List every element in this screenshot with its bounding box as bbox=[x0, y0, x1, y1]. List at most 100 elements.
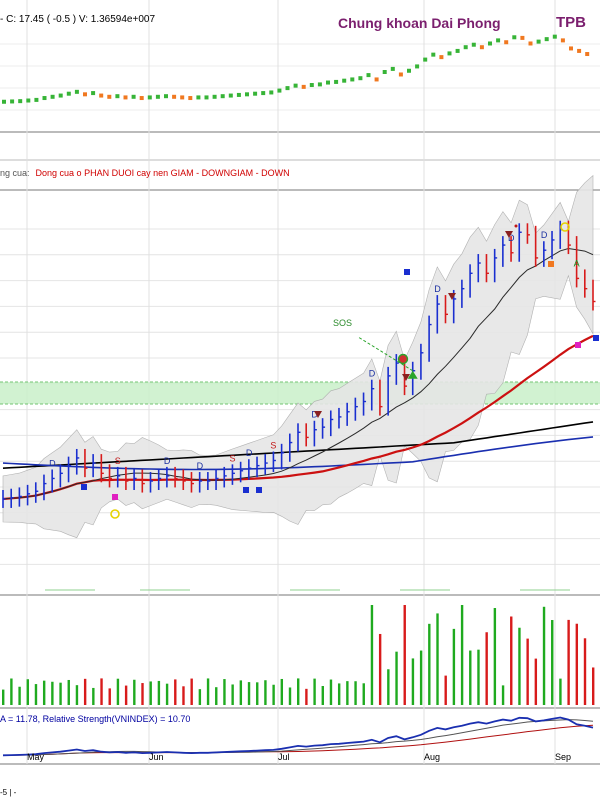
volume-bar bbox=[575, 623, 579, 705]
overview-candle bbox=[220, 94, 225, 99]
volume-bar bbox=[567, 619, 570, 705]
overview-candle bbox=[293, 83, 298, 88]
month-label-may: May bbox=[27, 752, 45, 762]
signal-square bbox=[81, 484, 87, 490]
overview-candle bbox=[317, 82, 322, 87]
volume-bar bbox=[92, 687, 95, 705]
volume-bar bbox=[223, 679, 226, 705]
signal-square bbox=[243, 487, 249, 493]
overview-candle bbox=[180, 95, 185, 100]
overview-candle bbox=[253, 91, 258, 96]
volume-bar bbox=[157, 680, 161, 705]
overview-candle bbox=[463, 45, 468, 50]
volume-bar bbox=[313, 678, 316, 705]
volume-bar bbox=[551, 620, 554, 705]
overview-candle bbox=[407, 68, 411, 73]
overview-candle bbox=[245, 92, 249, 97]
volume-bar bbox=[337, 683, 341, 705]
overview-candle bbox=[552, 34, 557, 39]
volume-bar bbox=[198, 689, 202, 705]
overview-candle bbox=[74, 89, 79, 94]
overview-candle bbox=[560, 38, 565, 43]
overview-candle bbox=[228, 93, 233, 98]
volume-bar bbox=[83, 678, 87, 705]
volume-bar bbox=[452, 628, 456, 705]
volume-bar bbox=[387, 669, 390, 705]
volume-bar bbox=[419, 650, 423, 705]
signal-square bbox=[548, 261, 554, 267]
overview-candle bbox=[236, 92, 241, 97]
event-label: D bbox=[369, 369, 376, 379]
volume-bar bbox=[559, 678, 562, 705]
overview-candle bbox=[2, 99, 6, 104]
overview-candle bbox=[520, 35, 525, 40]
signal-label: ng cua: bbox=[0, 168, 30, 178]
signal-circle bbox=[110, 509, 120, 519]
volume-bar bbox=[75, 685, 79, 705]
overview-candle bbox=[366, 73, 371, 78]
signal-square bbox=[256, 487, 262, 493]
overview-candle bbox=[188, 96, 193, 101]
overview-candle bbox=[115, 94, 120, 99]
overview-candle bbox=[496, 38, 501, 43]
overview-candle bbox=[577, 48, 582, 53]
month-label-aug: Aug bbox=[424, 752, 441, 762]
signal-text: Dong cua o PHAN DUOI cay nen GIAM - DOWN… bbox=[35, 168, 290, 178]
overview-candle bbox=[155, 94, 160, 99]
volume-bar bbox=[100, 678, 103, 705]
volume-bar bbox=[59, 682, 62, 705]
overview-candle bbox=[58, 93, 63, 98]
volume-bar bbox=[190, 678, 193, 705]
volume-bar bbox=[583, 638, 587, 705]
volume-bar bbox=[18, 686, 21, 705]
volume-bar bbox=[460, 605, 464, 705]
overview-candle bbox=[488, 41, 492, 46]
volume-bar bbox=[116, 678, 120, 705]
ticker-symbol: TPB bbox=[556, 14, 586, 31]
overview-candle bbox=[26, 98, 31, 103]
signal-bar: ng cua: Dong cua o PHAN DUOI cay nen GIAM… bbox=[0, 168, 290, 178]
overview-candle bbox=[398, 72, 403, 77]
volume-bar bbox=[174, 679, 177, 705]
volume-bar bbox=[124, 685, 128, 705]
overview-candle bbox=[358, 76, 363, 81]
volume-bar bbox=[182, 686, 185, 705]
volume-bar bbox=[108, 688, 111, 705]
overview-candle bbox=[139, 96, 144, 101]
volume-bar bbox=[165, 683, 169, 705]
volume-bar bbox=[305, 688, 308, 705]
overview-candle bbox=[334, 79, 339, 84]
overview-candle bbox=[528, 41, 533, 46]
volume-bar bbox=[141, 683, 144, 705]
volume-bar bbox=[288, 687, 292, 705]
signal-circle bbox=[397, 353, 409, 365]
event-label: D bbox=[434, 284, 441, 294]
volume-bar bbox=[493, 608, 497, 705]
overview-candle bbox=[42, 96, 47, 101]
volume-bar bbox=[26, 679, 29, 705]
volume-bar bbox=[297, 678, 300, 705]
volume-bar bbox=[534, 658, 538, 705]
price-info-readout: - C: 17.45 ( -0.5 ) V: 1.36594e+007 bbox=[0, 14, 156, 25]
volume-bar bbox=[370, 605, 374, 705]
chart-canvas: D DSDSDSDDDD DA bbox=[0, 0, 600, 765]
bottom-note: -5 | - bbox=[0, 788, 17, 797]
volume-bar bbox=[264, 680, 267, 705]
overview-candle bbox=[269, 90, 274, 95]
volume-bar bbox=[2, 689, 5, 705]
event-label: D bbox=[49, 458, 56, 468]
volume-bar bbox=[501, 685, 505, 705]
signal-square bbox=[404, 269, 410, 275]
support-zone bbox=[0, 382, 600, 404]
volume-bar bbox=[321, 686, 324, 705]
volume-bar bbox=[67, 679, 70, 705]
overview-candle bbox=[261, 91, 266, 96]
month-label-jul: Jul bbox=[278, 752, 290, 762]
overview-candle bbox=[374, 77, 379, 82]
brand-title: Chung khoan Dai Phong bbox=[338, 15, 501, 31]
overview-candle bbox=[107, 94, 112, 99]
overview-candle bbox=[309, 83, 314, 88]
overview-candle bbox=[123, 95, 128, 100]
volume-bar bbox=[149, 681, 152, 705]
overview-candle bbox=[204, 95, 209, 100]
